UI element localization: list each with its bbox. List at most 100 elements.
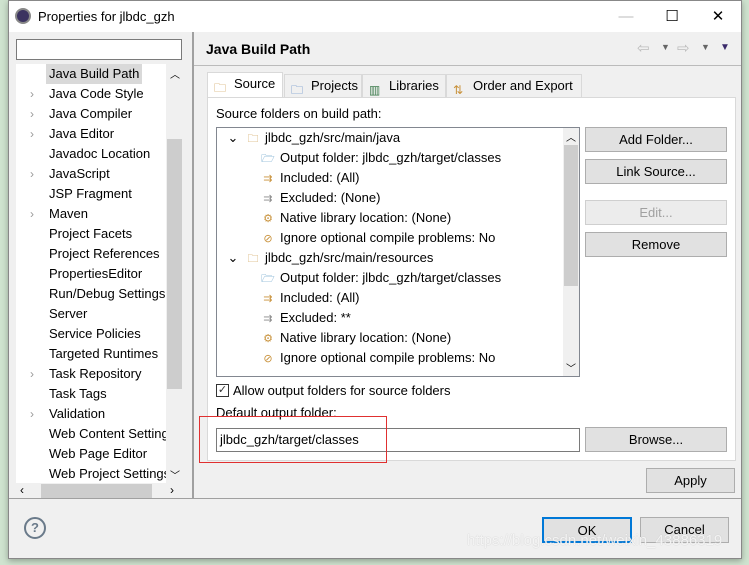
tab-projects[interactable]: 🗀 Projects	[284, 74, 362, 98]
scroll-up-icon[interactable]: ︿	[170, 66, 180, 81]
maximize-button[interactable]: ☐	[649, 1, 695, 32]
chevron-right-icon[interactable]: ›	[30, 204, 34, 224]
sidebar-item[interactable]: Java Build Path	[16, 64, 166, 84]
chevron-right-icon[interactable]: ›	[30, 164, 34, 184]
chevron-right-icon[interactable]: ›	[30, 84, 34, 104]
sidebar-item-label: Run/Debug Settings	[49, 286, 166, 301]
tree-row[interactable]: ⚙ Native library location: (None)	[260, 328, 451, 348]
scroll-thumb[interactable]	[167, 139, 182, 389]
sidebar: Java Build Path › Java Code Style › Java Com…	[9, 32, 193, 499]
sidebar-item[interactable]: Targeted Runtimes	[16, 344, 166, 364]
tree-row-label: Output folder: jlbdc_gzh/target/classes	[280, 150, 502, 165]
back-menu-chevron-icon[interactable]: ▼	[661, 42, 670, 52]
tree-vertical-scrollbar[interactable]: ︿ ﹀	[563, 128, 579, 376]
tree-row[interactable]: ⇉ Excluded: **	[260, 308, 350, 328]
chevron-down-icon[interactable]: ⌄	[225, 128, 241, 148]
sidebar-item-label: JavaScript	[49, 166, 110, 181]
source-folder-icon: 🗀	[214, 81, 227, 95]
sidebar-item[interactable]: › Validation	[16, 404, 166, 424]
minimize-button[interactable]: —	[603, 1, 649, 32]
sidebar-item[interactable]: › Java Code Style	[16, 84, 166, 104]
tree-row[interactable]: ⊘ Ignore optional compile problems: No	[260, 228, 495, 248]
sidebar-item[interactable]: Service Policies	[16, 324, 166, 344]
sidebar-item[interactable]: Project Facets	[16, 224, 166, 244]
scroll-down-icon[interactable]: ﹀	[170, 467, 180, 482]
sidebar-item-label: Java Build Path	[46, 64, 143, 84]
sidebar-item-label: Java Editor	[49, 126, 115, 141]
tree-row[interactable]: 🗁 Output folder: jlbdc_gzh/target/classes	[260, 148, 501, 168]
help-icon[interactable]: ?	[24, 517, 46, 539]
source-folder-icon: 🗀	[247, 253, 259, 265]
allow-output-label: Allow output folders for source folders	[233, 383, 451, 398]
sidebar-item[interactable]: Server	[16, 304, 166, 324]
sidebar-item[interactable]: Project References	[16, 244, 166, 264]
native-library-icon: ⚙	[263, 333, 273, 345]
tree-row-label: Included: (All)	[280, 290, 360, 305]
edit-button[interactable]: Edit...	[585, 200, 727, 225]
tree-row-label: Native library location: (None)	[280, 210, 452, 225]
chevron-right-icon[interactable]: ›	[30, 104, 34, 124]
tab-order-and-export[interactable]: ⇅ Order and Export	[446, 74, 582, 98]
sidebar-horizontal-scrollbar[interactable]: ‹ ›	[16, 483, 183, 499]
tree-row-label: Ignore optional compile problems: No	[280, 350, 496, 365]
scroll-left-icon[interactable]: ‹	[20, 483, 24, 497]
sidebar-item[interactable]: Run/Debug Settings	[16, 284, 166, 304]
sidebar-item[interactable]: Web Content Settings	[16, 424, 166, 444]
sidebar-item[interactable]: › Maven	[16, 204, 166, 224]
tree-row-label: jlbdc_gzh/src/main/java	[265, 130, 401, 145]
tree-row[interactable]: ⊘ Ignore optional compile problems: No	[260, 348, 495, 368]
tree-row[interactable]: ⌄ 🗀 jlbdc_gzh/src/main/java	[225, 128, 401, 148]
output-folder-icon: 🗁	[261, 273, 275, 285]
forward-menu-chevron-icon[interactable]: ▼	[701, 42, 710, 52]
tree-row[interactable]: ⇉ Excluded: (None)	[260, 188, 380, 208]
properties-dialog: Properties for jlbdc_gzh — ☐ ✕ Java Buil…	[8, 0, 742, 559]
sidebar-item-label: Web Project Settings	[49, 466, 166, 481]
tree-row[interactable]: ⇉ Included: (All)	[260, 168, 359, 188]
add-folder-button[interactable]: Add Folder...	[585, 127, 727, 152]
tree-row[interactable]: 🗁 Output folder: jlbdc_gzh/target/classes	[260, 268, 501, 288]
chevron-right-icon[interactable]: ›	[30, 124, 34, 144]
sidebar-item[interactable]: Web Project Settings	[16, 464, 166, 483]
sidebar-item[interactable]: Javadoc Location	[16, 144, 166, 164]
sidebar-item[interactable]: › Java Editor	[16, 124, 166, 144]
view-menu-icon[interactable]: ▼	[720, 42, 730, 53]
tab-source[interactable]: 🗀 Source	[207, 72, 283, 98]
link-source-button[interactable]: Link Source...	[585, 159, 727, 184]
sidebar-item[interactable]: Task Tags	[16, 384, 166, 404]
sidebar-item-label: Task Repository	[49, 366, 142, 381]
sidebar-vertical-scrollbar[interactable]: ︿ ﹀	[166, 64, 183, 483]
scroll-down-icon[interactable]: ﹀	[566, 360, 576, 375]
close-button[interactable]: ✕	[695, 1, 741, 32]
apply-button[interactable]: Apply	[646, 468, 735, 493]
tab-libraries[interactable]: ▥ Libraries	[362, 74, 446, 98]
scroll-right-icon[interactable]: ›	[170, 483, 174, 497]
sidebar-divider[interactable]	[192, 32, 194, 499]
scroll-up-icon[interactable]: ︿	[566, 129, 576, 144]
sidebar-item[interactable]: › JavaScript	[16, 164, 166, 184]
back-icon[interactable]: ⇦	[637, 39, 650, 57]
filter-input[interactable]	[16, 39, 182, 60]
hscroll-thumb[interactable]	[41, 484, 152, 498]
sidebar-item[interactable]: Web Page Editor	[16, 444, 166, 464]
sidebar-item[interactable]: › Java Compiler	[16, 104, 166, 124]
chevron-right-icon[interactable]: ›	[30, 404, 34, 424]
tree-row[interactable]: ⇉ Included: (All)	[260, 288, 359, 308]
tree-row[interactable]: ⚙ Native library location: (None)	[260, 208, 451, 228]
chevron-right-icon[interactable]: ›	[30, 364, 34, 384]
output-folder-icon: 🗁	[261, 153, 275, 165]
highlight-box	[199, 416, 387, 463]
included-icon: ⇉	[263, 173, 273, 185]
sidebar-item[interactable]: JSP Fragment	[16, 184, 166, 204]
allow-output-checkbox[interactable]: ✓	[216, 384, 229, 397]
sidebar-item-label: PropertiesEditor	[49, 266, 143, 281]
chevron-down-icon[interactable]: ⌄	[225, 248, 241, 268]
sidebar-item[interactable]: PropertiesEditor	[16, 264, 166, 284]
scroll-thumb[interactable]	[564, 145, 578, 286]
sidebar-item-label: Project Facets	[49, 226, 133, 241]
browse-button[interactable]: Browse...	[585, 427, 727, 452]
sidebar-item[interactable]: › Task Repository	[16, 364, 166, 384]
remove-button[interactable]: Remove	[585, 232, 727, 257]
tree-row[interactable]: ⌄ 🗀 jlbdc_gzh/src/main/resources	[225, 248, 434, 268]
forward-icon[interactable]: ⇨	[677, 39, 690, 57]
excluded-icon: ⇉	[263, 193, 273, 205]
